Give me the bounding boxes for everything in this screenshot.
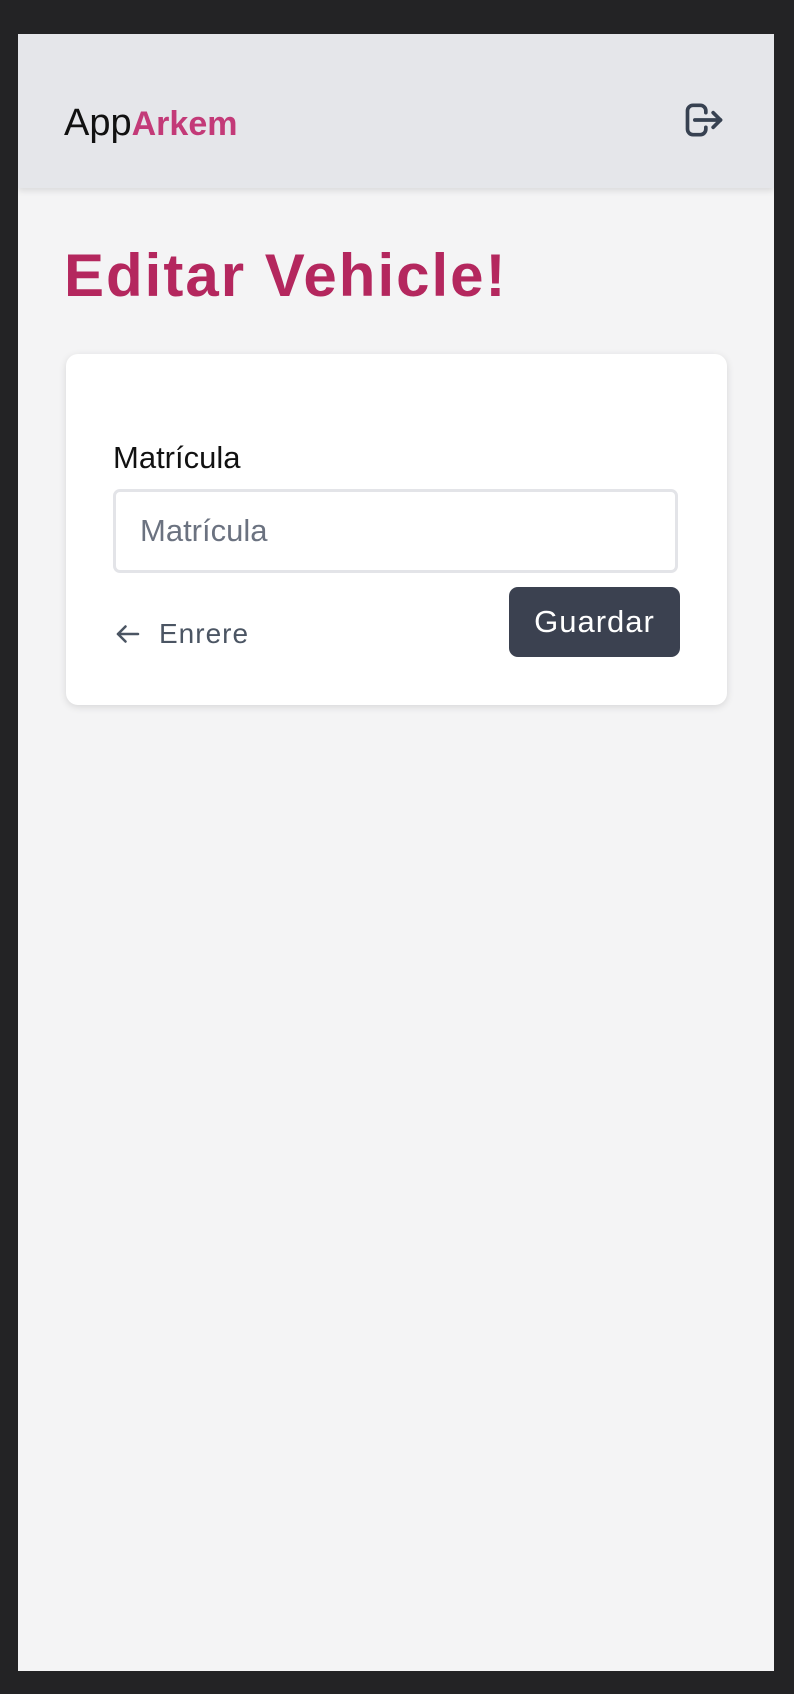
back-label: Enrere — [159, 618, 250, 649]
save-button[interactable]: Guardar — [509, 587, 680, 657]
page-title: Editar Vehicle! — [64, 242, 508, 309]
top-navbar: AppArkem — [18, 34, 774, 188]
back-link[interactable]: Enrere — [113, 612, 249, 656]
logout-button[interactable] — [682, 98, 726, 142]
app-logo[interactable]: AppArkem — [64, 104, 237, 142]
arrow-left-icon — [113, 619, 143, 649]
plate-input[interactable] — [113, 489, 678, 573]
logout-icon — [685, 103, 723, 137]
edit-vehicle-form: Matrícula Enrere Guardar — [66, 354, 727, 705]
plate-label: Matrícula — [113, 440, 241, 475]
app-screen: AppArkem Editar Vehicle! Matrícula Enrer… — [18, 34, 774, 1671]
logo-prefix: App — [64, 102, 132, 144]
logo-brand: Arkem — [131, 105, 238, 143]
